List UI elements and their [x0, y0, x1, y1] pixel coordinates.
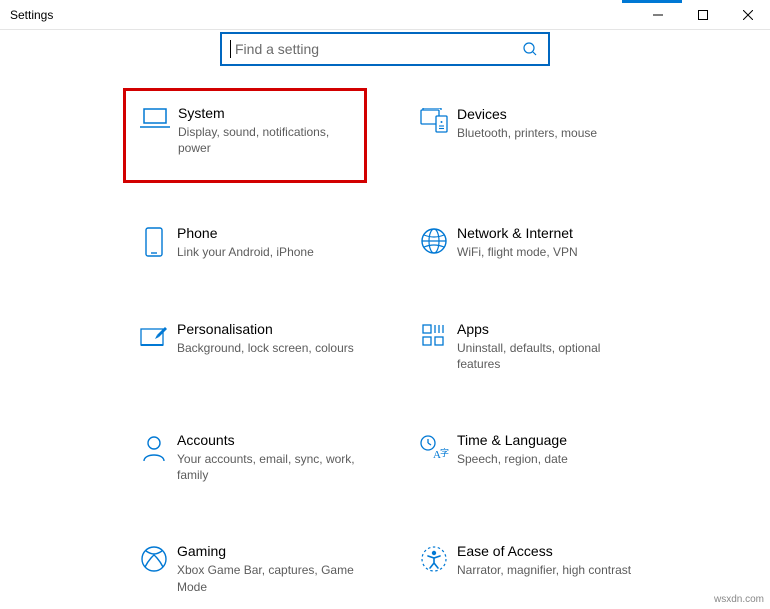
phone-icon	[144, 227, 164, 257]
minimize-button[interactable]	[635, 0, 680, 30]
laptop-icon	[140, 107, 170, 131]
xbox-icon	[140, 545, 168, 573]
text-caret	[230, 40, 231, 58]
search-box[interactable]	[220, 32, 550, 66]
card-label: Gaming	[177, 543, 359, 559]
card-system[interactable]: System Display, sound, notifications, po…	[123, 88, 367, 183]
card-desc: Display, sound, notifications, power	[178, 124, 358, 156]
card-label: Devices	[457, 106, 639, 122]
card-label: Personalisation	[177, 321, 359, 337]
card-apps[interactable]: Apps Uninstall, defaults, optional featu…	[405, 311, 645, 382]
card-label: Network & Internet	[457, 225, 639, 241]
close-button[interactable]	[725, 0, 770, 30]
card-devices[interactable]: Devices Bluetooth, printers, mouse	[405, 96, 645, 175]
svg-text:字: 字	[440, 447, 449, 458]
card-desc: Link your Android, iPhone	[177, 244, 359, 260]
titlebar: Settings	[0, 0, 770, 30]
paint-icon	[139, 323, 169, 349]
card-desc: Bluetooth, printers, mouse	[457, 125, 639, 141]
card-label: Accounts	[177, 432, 359, 448]
minimize-icon	[653, 10, 663, 20]
search-icon	[520, 41, 540, 57]
maximize-icon	[698, 10, 708, 20]
card-desc: Background, lock screen, colours	[177, 340, 359, 356]
maximize-button[interactable]	[680, 0, 725, 30]
close-icon	[743, 10, 753, 20]
card-network[interactable]: Network & Internet WiFi, flight mode, VP…	[405, 215, 645, 270]
card-phone[interactable]: Phone Link your Android, iPhone	[125, 215, 365, 270]
apps-icon	[421, 323, 447, 349]
card-desc: WiFi, flight mode, VPN	[457, 244, 639, 260]
card-ease-of-access[interactable]: Ease of Access Narrator, magnifier, high…	[405, 533, 645, 604]
globe-icon	[420, 227, 448, 255]
card-gaming[interactable]: Gaming Xbox Game Bar, captures, Game Mod…	[125, 533, 365, 604]
person-icon	[141, 434, 167, 462]
card-desc: Narrator, magnifier, high contrast	[457, 562, 639, 578]
card-desc: Your accounts, email, sync, work, family	[177, 451, 359, 483]
card-label: System	[178, 105, 358, 121]
card-label: Time & Language	[457, 432, 639, 448]
card-label: Phone	[177, 225, 359, 241]
time-language-icon: A 字	[419, 434, 449, 460]
devices-icon	[419, 108, 449, 134]
ease-icon	[420, 545, 448, 573]
card-desc: Uninstall, defaults, optional features	[457, 340, 639, 372]
settings-grid: System Display, sound, notifications, po…	[25, 96, 745, 605]
card-accounts[interactable]: Accounts Your accounts, email, sync, wor…	[125, 422, 365, 493]
card-time-language[interactable]: A 字 Time & Language Speech, region, date	[405, 422, 645, 493]
card-desc: Speech, region, date	[457, 451, 639, 467]
card-label: Apps	[457, 321, 639, 337]
card-desc: Xbox Game Bar, captures, Game Mode	[177, 562, 359, 594]
card-personalisation[interactable]: Personalisation Background, lock screen,…	[125, 311, 365, 382]
window-title: Settings	[10, 8, 53, 22]
search-input[interactable]	[235, 41, 520, 57]
card-label: Ease of Access	[457, 543, 639, 559]
watermark: wsxdn.com	[714, 594, 764, 605]
